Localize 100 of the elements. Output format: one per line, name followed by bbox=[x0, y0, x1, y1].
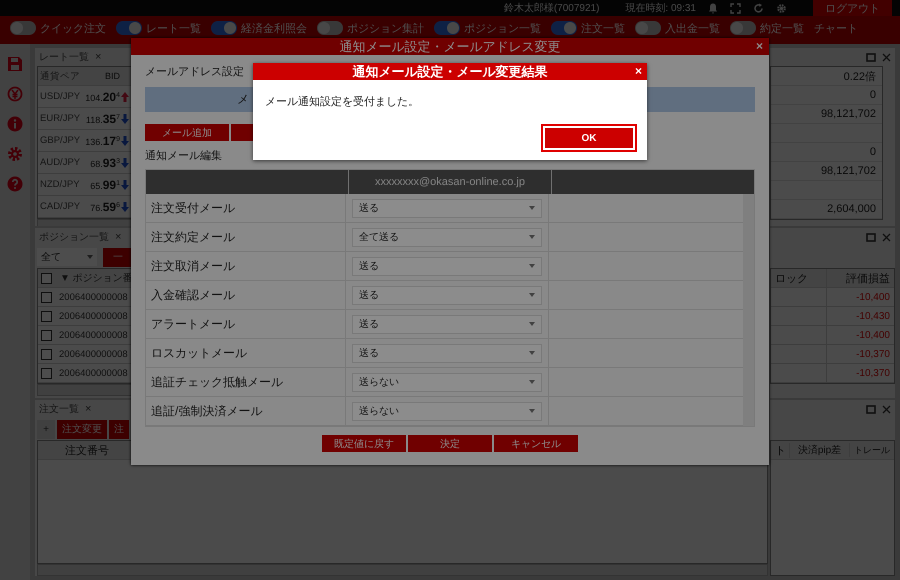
action-button[interactable]: 既定値に戻す bbox=[322, 435, 406, 452]
table-cell: 0 bbox=[870, 89, 876, 101]
select-value: 送らない bbox=[359, 376, 399, 389]
row-label: 入金確認メール bbox=[146, 281, 346, 309]
toggle-switch[interactable] bbox=[635, 21, 661, 35]
address-text: メ bbox=[237, 91, 249, 108]
close-button[interactable]: × bbox=[85, 403, 92, 415]
refresh-icon[interactable] bbox=[753, 2, 764, 14]
info-icon[interactable] bbox=[7, 116, 23, 132]
bell-icon[interactable] bbox=[708, 2, 718, 14]
toggle-label: ポジション集計 bbox=[347, 22, 424, 36]
down-arrow-icon bbox=[121, 114, 129, 124]
bulk-button[interactable]: 一 bbox=[103, 248, 133, 266]
yen-icon[interactable] bbox=[7, 86, 23, 102]
close-button[interactable]: × bbox=[115, 231, 122, 243]
order-button[interactable]: 注文変更 bbox=[57, 420, 107, 438]
checkbox[interactable] bbox=[41, 272, 52, 284]
table-cell: 98,121,702 bbox=[820, 108, 876, 120]
maximize-icon[interactable] bbox=[866, 404, 876, 414]
checkbox[interactable] bbox=[41, 330, 52, 340]
table-cell: 98,121,702 bbox=[820, 165, 876, 177]
select-field[interactable]: 全て送る bbox=[352, 228, 542, 246]
close-icon[interactable] bbox=[882, 232, 891, 242]
table-cell-text: 2006400000008 bbox=[58, 348, 129, 360]
column-header: トレール bbox=[853, 444, 891, 456]
toggle-switch[interactable] bbox=[116, 21, 142, 35]
toggle-switch[interactable] bbox=[10, 21, 36, 35]
select-field[interactable]: 送る bbox=[352, 256, 542, 276]
table-cell-text: 68.93$^{3}$ bbox=[89, 156, 120, 170]
column-header: 注文番号 bbox=[64, 444, 110, 458]
logout-button[interactable]: ログアウト bbox=[813, 0, 892, 16]
select-value: 全て送る bbox=[359, 231, 399, 244]
select-field[interactable]: 送らない bbox=[352, 372, 542, 392]
scrollbar[interactable] bbox=[37, 564, 768, 576]
checkbox[interactable] bbox=[41, 310, 52, 322]
select-value: 送る bbox=[359, 347, 379, 360]
toolbar-link[interactable]: チャート bbox=[814, 20, 858, 36]
close-button[interactable]: × bbox=[95, 51, 102, 63]
caret-icon bbox=[529, 322, 535, 326]
column-header: ト bbox=[771, 442, 790, 458]
table-cell-text: 104.20$^{4}$ bbox=[84, 90, 120, 104]
table-cell-text: -10,370 bbox=[855, 368, 891, 378]
down-arrow-icon bbox=[121, 136, 129, 146]
table-cell-text: 118.35$^{7}$ bbox=[84, 112, 120, 126]
toggle-switch[interactable] bbox=[434, 21, 460, 35]
select-field[interactable]: 送る bbox=[352, 198, 542, 218]
toggle-label: レート一覧 bbox=[146, 22, 201, 36]
action-button[interactable]: 決定 bbox=[408, 435, 492, 452]
close-button[interactable]: × bbox=[756, 39, 763, 53]
column-header: ロック bbox=[771, 269, 827, 287]
checkbox[interactable] bbox=[41, 348, 52, 360]
select-field[interactable]: 送らない bbox=[352, 402, 542, 420]
select-field[interactable]: 送る bbox=[352, 314, 542, 334]
caret-icon bbox=[529, 235, 535, 239]
table-cell-text: 76.59$^{6}$ bbox=[89, 200, 120, 214]
toggle-switch[interactable] bbox=[551, 21, 577, 35]
row-label: 注文受付メール bbox=[146, 194, 346, 222]
down-arrow-icon bbox=[121, 158, 129, 168]
scrollbar[interactable] bbox=[743, 194, 754, 426]
checkbox[interactable] bbox=[41, 368, 52, 378]
column-header: BID bbox=[104, 71, 120, 81]
order-button[interactable]: 注 bbox=[109, 420, 129, 438]
maximize-icon[interactable] bbox=[866, 232, 876, 242]
checkbox[interactable] bbox=[41, 292, 52, 302]
filter-dropdown[interactable]: 全て bbox=[37, 248, 97, 266]
row-label: 注文取消メール bbox=[146, 252, 346, 280]
select-field[interactable]: 送る bbox=[352, 344, 542, 362]
select-value: 送る bbox=[359, 289, 379, 302]
select-value: 送らない bbox=[359, 405, 399, 418]
column-header: 決済pip差 bbox=[790, 443, 850, 457]
toggle-switch[interactable] bbox=[211, 21, 237, 35]
add-mail-button[interactable]: メール追加 bbox=[145, 124, 229, 141]
fullscreen-icon[interactable] bbox=[730, 2, 741, 14]
toggle-label: 経済金利照会 bbox=[241, 22, 307, 36]
current-time: 現在時刻: 09:31 bbox=[625, 2, 696, 15]
maximize-icon[interactable] bbox=[866, 52, 876, 62]
table-cell-text: 0.22倍 bbox=[844, 70, 876, 84]
select-field[interactable]: 送る bbox=[352, 286, 542, 304]
close-icon[interactable] bbox=[882, 404, 891, 414]
section-label: 通知メール編集 bbox=[145, 148, 222, 164]
table-cell-text: 2006400000008 bbox=[58, 330, 129, 340]
toggle-switch[interactable] bbox=[317, 21, 343, 35]
table-cell-text: 2006400000008 bbox=[58, 368, 129, 378]
toggle-switch[interactable] bbox=[730, 21, 756, 35]
toggle-label: 注文一覧 bbox=[581, 22, 625, 36]
table-cell-text: 2006400000008 bbox=[58, 310, 129, 322]
dialog-title: 通知メール設定・メール変更結果 bbox=[352, 62, 548, 80]
save-icon[interactable] bbox=[7, 56, 23, 72]
ok-button[interactable]: OK bbox=[545, 128, 633, 148]
table-cell-text: -10,400 bbox=[855, 292, 891, 302]
caret-icon bbox=[529, 409, 535, 413]
settings-icon[interactable] bbox=[7, 146, 23, 162]
table-cell-text: -10,370 bbox=[855, 348, 891, 360]
close-icon[interactable] bbox=[882, 52, 891, 62]
action-button[interactable]: キャンセル bbox=[494, 435, 578, 452]
table-cell-text: 65.99$^{1}$ bbox=[89, 178, 120, 192]
help-icon[interactable] bbox=[7, 176, 23, 192]
close-button[interactable]: × bbox=[634, 64, 642, 78]
row-label: 追証/強制決済メール bbox=[146, 397, 346, 425]
caret-icon bbox=[529, 351, 535, 355]
